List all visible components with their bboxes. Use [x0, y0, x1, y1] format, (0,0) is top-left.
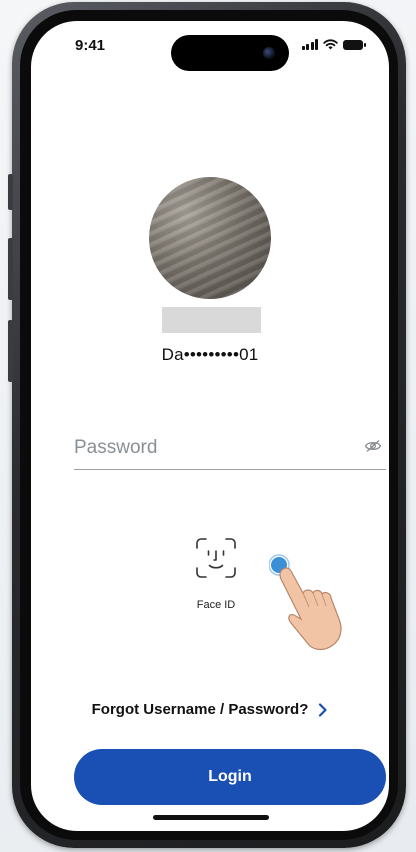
status-bar: 9:41: [31, 21, 389, 71]
login-button[interactable]: Login: [74, 749, 386, 805]
forgot-credentials-label: Forgot Username / Password?: [91, 701, 309, 718]
phone-frame: 9:41 Da•••••••••01 Face ID Forgot Userna…: [8, 2, 406, 848]
face-id-label: Face ID: [196, 599, 236, 611]
masked-username: Da•••••••••01: [161, 345, 259, 364]
password-field[interactable]: [74, 429, 386, 470]
tap-gesture-hand-icon: [269, 554, 342, 651]
volume-down-button: [8, 320, 13, 382]
forgot-credentials-link[interactable]: Forgot Username / Password?: [31, 701, 389, 718]
camera-icon: [263, 47, 275, 59]
face-id-icon: [196, 538, 236, 578]
chevron-right-icon: [319, 702, 327, 717]
cellular-signal-icon: [301, 39, 318, 50]
password-input[interactable]: [74, 433, 344, 463]
status-time: 9:41: [75, 37, 106, 54]
avatar: [149, 177, 271, 299]
battery-icon: [343, 39, 366, 50]
dynamic-island: [171, 35, 289, 71]
redacted-name: [162, 307, 261, 333]
screen: 9:41 Da•••••••••01 Face ID Forgot Userna…: [31, 21, 389, 831]
wifi-icon: [323, 39, 338, 50]
action-button: [8, 174, 13, 210]
home-indicator: [153, 815, 269, 820]
volume-up-button: [8, 238, 13, 300]
status-icons: [301, 39, 366, 50]
face-id-button[interactable]: Face ID: [186, 537, 246, 631]
stage: 9:41 Da•••••••••01 Face ID Forgot Userna…: [0, 0, 416, 852]
eye-slash-icon[interactable]: [364, 439, 382, 453]
